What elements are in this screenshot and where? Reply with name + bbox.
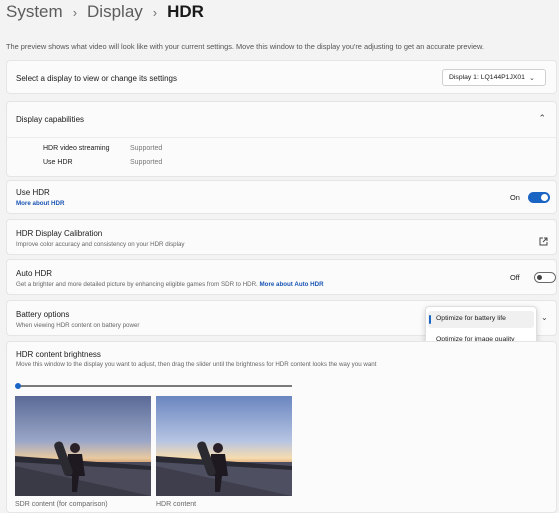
auto-hdr-subtitle-wrap: Get a brighter and more detailed picture… [16,281,324,288]
auto-hdr-toggle[interactable] [534,272,556,283]
page-title: HDR [167,2,204,21]
display-dropdown-value: Display 1: LQ144P1JX01 [449,74,525,81]
breadcrumb-separator: › [72,4,78,20]
auto-hdr-subtitle: Get a brighter and more detailed picture… [16,281,258,288]
capabilities-card: Display capabilities ⌃ HDR video streami… [6,101,557,177]
capability-row: HDR video streaming Supported [43,145,162,152]
breadcrumb-separator: › [152,4,158,20]
calibration-card[interactable]: HDR Display Calibration Improve color ac… [6,219,557,255]
capability-key: HDR video streaming [43,145,110,152]
display-dropdown[interactable]: Display 1: LQ144P1JX01 ⌄ [442,69,546,86]
battery-title: Battery options [16,310,70,319]
toggle-knob [541,194,548,201]
capability-value: Supported [130,159,163,166]
preview-note: The preview shows what video will look l… [6,42,484,51]
capability-value: Supported [130,145,163,152]
selected-indicator [429,315,431,324]
use-hdr-card: Use HDR More about HDR On [6,180,557,214]
divider [7,137,556,138]
display-select-label: Select a display to view or change its s… [16,74,177,83]
use-hdr-title: Use HDR [16,188,50,197]
breadcrumb: System › Display › HDR [6,0,204,24]
calibration-title: HDR Display Calibration [16,229,103,238]
battery-subtitle: When viewing HDR content on battery powe… [16,322,140,329]
auto-hdr-state: Off [510,273,520,282]
display-select-card: Select a display to view or change its s… [6,60,557,94]
capabilities-header[interactable]: Display capabilities ⌃ [7,102,556,136]
hdr-caption: HDR content [156,501,197,508]
hdr-preview-image [156,396,292,496]
brightness-title: HDR content brightness [16,350,101,359]
chevron-down-icon: ⌄ [528,74,535,82]
chevron-down-icon[interactable]: ⌄ [541,313,548,322]
brightness-subtitle: Move this window to the display you want… [16,361,377,368]
auto-hdr-title: Auto HDR [16,269,53,278]
use-hdr-toggle[interactable] [528,192,550,203]
toggle-knob [537,275,542,280]
auto-hdr-card: Auto HDR Get a brighter and more detaile… [6,259,557,295]
sdr-preview-image [15,396,151,496]
calibration-subtitle: Improve color accuracy and consistency o… [16,241,185,248]
breadcrumb-system[interactable]: System [6,2,63,22]
capability-key: Use HDR [43,159,73,166]
chevron-up-icon: ⌃ [538,113,546,123]
more-about-hdr-link[interactable]: More about HDR [16,200,64,207]
external-link-icon [539,233,548,251]
slider-thumb[interactable] [15,383,21,389]
brightness-slider[interactable] [15,383,292,389]
option-battery-life[interactable]: Optimize for battery life [436,315,506,322]
sdr-caption: SDR content (for comparison) [15,501,108,508]
capabilities-title: Display capabilities [16,115,85,124]
use-hdr-state: On [510,193,520,202]
more-about-auto-hdr-link[interactable]: More about Auto HDR [260,281,324,288]
capability-row: Use HDR Supported [43,159,162,166]
slider-track [19,385,292,387]
breadcrumb-display[interactable]: Display [87,2,143,22]
